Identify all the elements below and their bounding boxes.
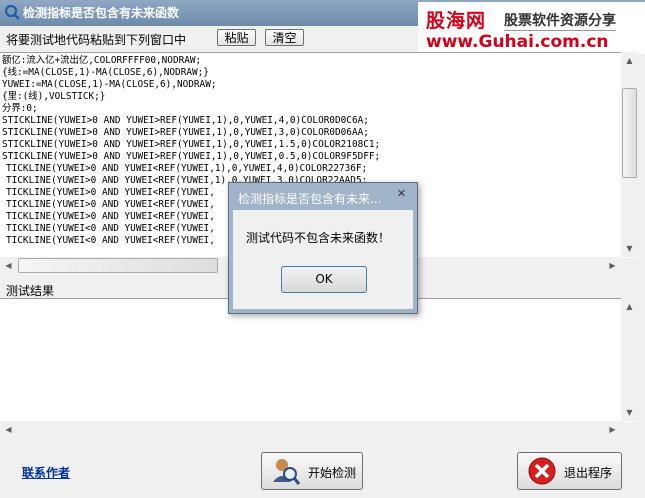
scroll-down-arrow-icon[interactable]: ▼	[621, 240, 638, 257]
code-line: 额亿:流入亿+流出亿,COLORFFFF00,NODRAW;	[2, 55, 202, 66]
window-title: 检测指标是否包含有未来函数	[23, 6, 180, 20]
code-line: TICKLINE(YUWEI<0 AND YUWEI<REF(YUWEI,	[6, 223, 215, 234]
start-check-button[interactable]: 开始检测	[261, 452, 363, 490]
watermark-url: www.Guhai.com.cn	[426, 32, 609, 52]
scroll-up-arrow-icon[interactable]: ▲	[621, 52, 638, 69]
search-app-icon	[4, 4, 20, 20]
code-vertical-scroll-thumb[interactable]	[622, 88, 637, 178]
code-line: TICKLINE(YUWEI<0 AND YUWEI<REF(YUWEI,	[6, 235, 215, 246]
watermark-name: 股海网	[426, 10, 487, 32]
paste-button[interactable]: 粘贴	[217, 29, 256, 46]
contact-author-link[interactable]: 联系作者	[22, 464, 70, 481]
dialog-message: 测试代码不包含未来函数！	[246, 231, 391, 245]
scroll-right-arrow-icon[interactable]: ▶	[604, 421, 621, 438]
code-line: TICKLINE(YUWEI>0 AND YUWEI<REF(YUWEI,1),…	[6, 163, 368, 174]
scroll-right-arrow-icon[interactable]: ▶	[604, 257, 621, 274]
code-vertical-scrollbar[interactable]: ▲ ▼	[621, 52, 638, 257]
code-line: TICKLINE(YUWEI>0 AND YUWEI<REF(YUWEI,	[6, 187, 215, 198]
scroll-down-arrow-icon[interactable]: ▼	[621, 404, 638, 421]
start-check-label: 开始检测	[308, 466, 357, 480]
result-horizontal-scrollbar[interactable]: ◀ ▶	[0, 421, 621, 438]
code-line: STICKLINE(YUWEI>0 AND YUWEI>REF(YUWEI,1)…	[2, 151, 381, 162]
user-search-icon	[273, 459, 300, 485]
code-line: 分界:0;	[2, 103, 38, 114]
message-dialog: 检测指标是否包含有未来... ✕ 测试代码不包含未来函数！ OK	[228, 182, 418, 314]
result-vertical-scrollbar[interactable]: ▲ ▼	[621, 298, 638, 421]
dialog-body: 测试代码不包含未来函数！ OK	[233, 210, 413, 309]
paste-instruction-label: 将要测试地代码粘贴到下列窗口中	[6, 33, 187, 47]
code-line: {线:=MA(CLOSE,1)-MA(CLOSE,6),NODRAW;}	[2, 67, 209, 78]
site-watermark-logo: 股海网 股票软件资源分享 www.Guhai.com.cn	[418, 2, 645, 54]
dialog-title: 检测指标是否包含有未来...	[238, 192, 382, 206]
code-line: STICKLINE(YUWEI>0 AND YUWEI>REF(YUWEI,1)…	[2, 127, 369, 138]
code-line: {里:(线),VOLSTICK;}	[2, 91, 106, 102]
scroll-up-arrow-icon[interactable]: ▲	[621, 298, 638, 315]
watermark-tagline: 股票软件资源分享	[504, 10, 616, 31]
clear-button[interactable]: 清空	[265, 29, 304, 46]
code-horizontal-scroll-thumb[interactable]	[18, 258, 218, 273]
code-line: STICKLINE(YUWEI>0 AND YUWEI>REF(YUWEI,1)…	[2, 115, 369, 126]
exit-program-label: 退出程序	[564, 466, 613, 480]
scroll-left-arrow-icon[interactable]: ◀	[0, 421, 17, 438]
dialog-ok-button[interactable]: OK	[281, 266, 367, 293]
code-line: STICKLINE(YUWEI>0 AND YUWEI>REF(YUWEI,1)…	[2, 139, 381, 150]
result-output-area[interactable]	[0, 298, 638, 422]
close-icon	[528, 457, 556, 485]
exit-program-button[interactable]: 退出程序	[517, 452, 622, 490]
dialog-close-button[interactable]: ✕	[389, 186, 414, 201]
code-line: TICKLINE(YUWEI>0 AND YUWEI<REF(YUWEI,	[6, 199, 215, 210]
code-line: YUWEI:=MA(CLOSE,1)-MA(CLOSE,6),NODRAW;	[2, 79, 217, 90]
code-line: TICKLINE(YUWEI>0 AND YUWEI<REF(YUWEI,	[6, 211, 215, 222]
scroll-left-arrow-icon[interactable]: ◀	[0, 257, 17, 274]
result-label: 测试结果	[6, 284, 55, 298]
